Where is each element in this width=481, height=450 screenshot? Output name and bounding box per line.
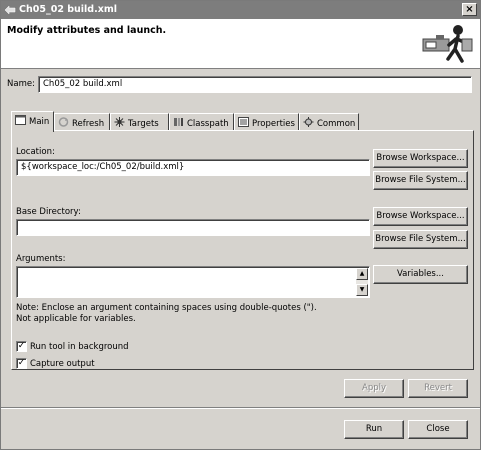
location-input[interactable]: ${workspace_loc:/Ch05_02/build.xml} (16, 159, 370, 176)
arguments-note-line1: Note: Enclose an argument containing spa… (16, 303, 317, 313)
launch-configuration-dialog: Ch05_02 build.xml × Modify attributes an… (0, 0, 481, 450)
footer-separator (1, 407, 480, 409)
tab-refresh[interactable]: Refresh (54, 113, 110, 131)
close-window-button[interactable]: × (462, 3, 477, 16)
tab-label: Classpath (187, 119, 229, 129)
arguments-scrollbar[interactable]: ▲ ▼ (356, 268, 368, 296)
base-directory-input[interactable] (16, 219, 370, 236)
arguments-input[interactable]: ▲ ▼ (16, 266, 370, 298)
main-icon (15, 115, 26, 125)
tab-main[interactable]: Main (11, 111, 54, 132)
title-bar: Ch05_02 build.xml × (1, 1, 480, 19)
apply-button[interactable]: Apply (344, 379, 404, 398)
common-icon (303, 117, 314, 127)
browse-workspace-button[interactable]: Browse Workspace... (373, 149, 468, 168)
run-button[interactable]: Run (344, 420, 404, 439)
properties-icon (238, 117, 249, 127)
tab-label: Refresh (72, 119, 105, 129)
variables-button[interactable]: Variables... (373, 265, 468, 284)
tab-label: Common (317, 119, 356, 129)
location-label: Location: (16, 147, 55, 157)
run-in-background-checkbox[interactable]: ✓ (16, 341, 27, 352)
arguments-label: Arguments: (16, 254, 66, 264)
targets-icon (114, 117, 125, 127)
browse-workspace-button[interactable]: Browse Workspace... (373, 207, 468, 226)
tab-label: Targets (128, 119, 159, 129)
capture-output-label: Capture output (30, 359, 95, 369)
browse-file-system-button[interactable]: Browse File System... (373, 171, 468, 190)
close-button[interactable]: Close (408, 420, 468, 439)
arguments-note-line2: Not applicable for variables. (16, 314, 136, 324)
ant-icon (4, 5, 16, 15)
run-in-background-label: Run tool in background (30, 342, 129, 352)
window-title: Ch05_02 build.xml (19, 4, 118, 15)
tab-label: Main (29, 117, 50, 127)
tab-classpath[interactable]: Classpath (169, 113, 234, 131)
tab-properties[interactable]: Properties (234, 113, 299, 131)
scroll-down-arrow-icon[interactable]: ▼ (356, 284, 368, 296)
capture-output-checkbox[interactable]: ✓ (16, 358, 27, 369)
classpath-icon (174, 118, 183, 126)
running-man-icon (422, 25, 473, 63)
refresh-icon (58, 117, 69, 127)
wizard-banner: Modify attributes and launch. (1, 19, 480, 69)
banner-message: Modify attributes and launch. (7, 25, 167, 36)
scroll-up-arrow-icon[interactable]: ▲ (356, 268, 368, 280)
browse-file-system-button[interactable]: Browse File System... (373, 230, 468, 249)
base-directory-label: Base Directory: (16, 207, 81, 217)
revert-button[interactable]: Revert (408, 379, 468, 398)
tab-common[interactable]: Common (299, 113, 359, 131)
tab-targets[interactable]: Targets (110, 113, 169, 131)
name-label: Name: (7, 79, 35, 89)
tab-label: Properties (252, 119, 295, 129)
name-input[interactable]: Ch05_02 build.xml (38, 76, 472, 93)
